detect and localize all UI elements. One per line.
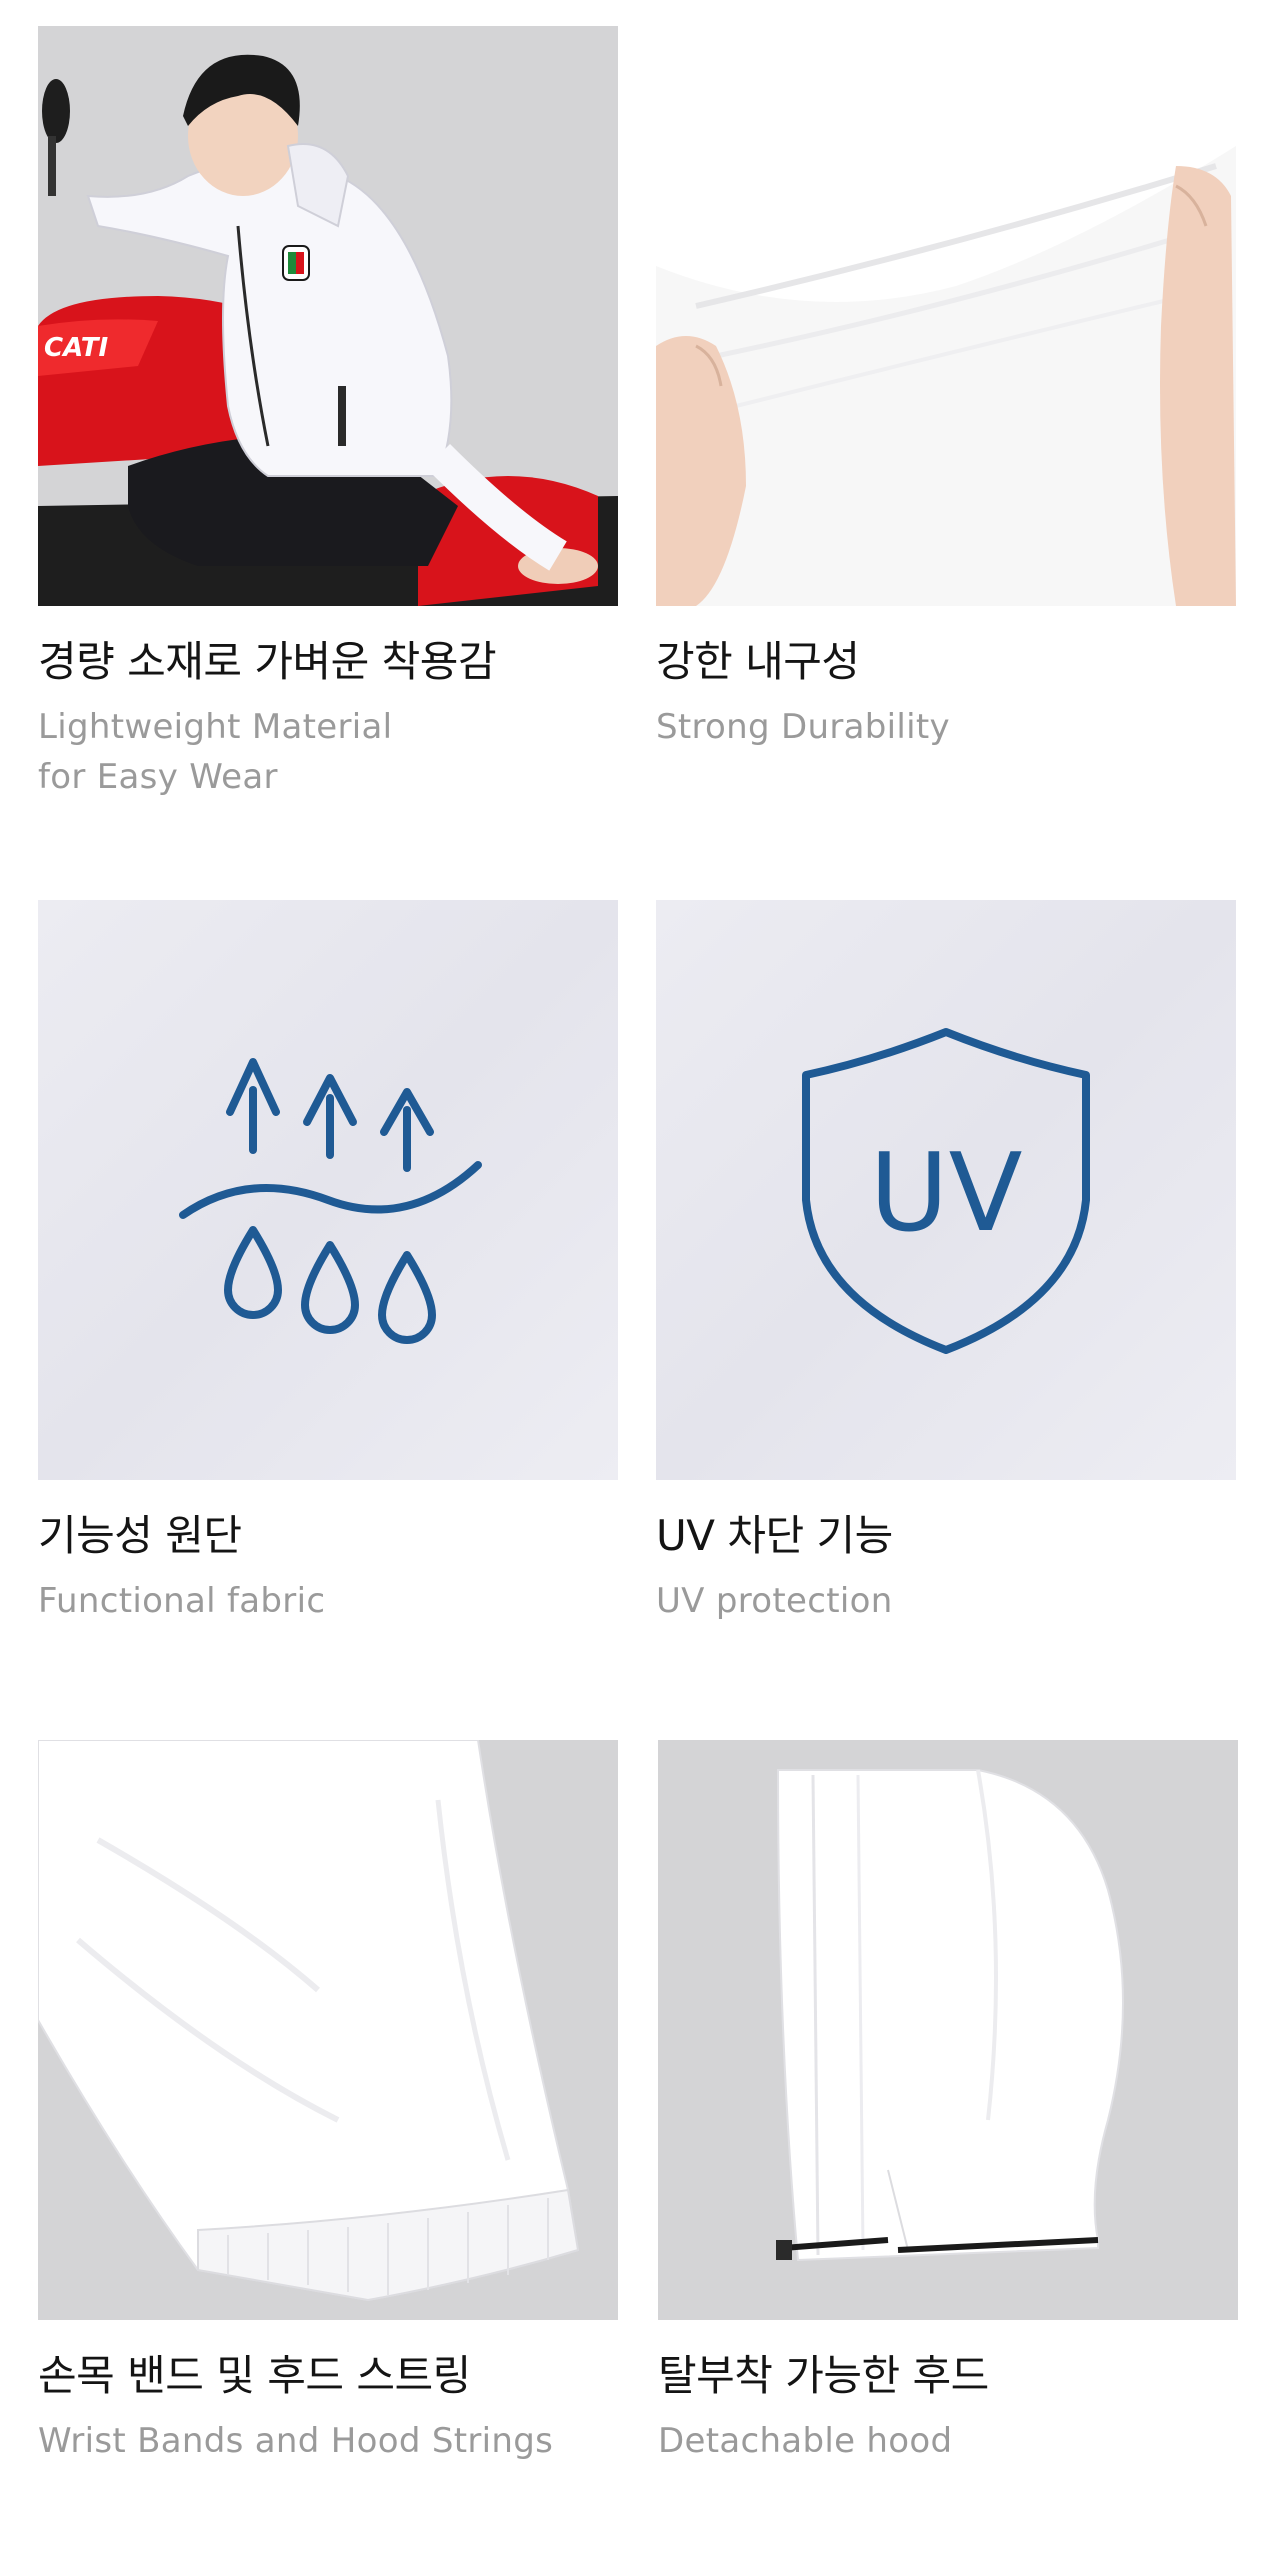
fabric-background [38,900,618,1480]
feature-title: 강한 내구성 [656,637,860,686]
feature-title: 탈부착 가능한 후드 [658,2351,989,2400]
breathable-fabric-icon [179,1058,482,1344]
feature-card-uv-protection: UV UV 차단 기능 UV protection [656,900,1236,1626]
feature-card-functional-fabric: 기능성 원단 Functional fabric [38,900,618,1626]
detachable-hood-photo [658,1740,1238,2320]
feature-title: 손목 밴드 및 후드 스트링 [38,2351,471,2400]
feature-card-detachable-hood: 탈부착 가능한 후드 Detachable hood [658,1740,1238,2466]
svg-text:CATI: CATI [44,333,108,363]
feature-subtitle: Wrist Bands and Hood Strings [38,2421,554,2461]
fabric-stretch-photo [656,26,1236,606]
feature-card-lightweight: CATI 경량 소재로 가벼운 착용감 Lightweight Material… [38,26,618,802]
feature-card-durability: 강한 내구성 Strong Durability [656,26,1236,752]
feature-subtitle: Detachable hood [658,2421,953,2461]
uv-shield-icon: UV [802,1028,1090,1354]
feature-subtitle: Strong Durability [656,707,950,747]
uv-label: UV [870,1131,1023,1256]
rider-on-motorcycle-photo: CATI [38,26,618,606]
feature-title: 기능성 원단 [38,1511,242,1560]
feature-subtitle: Lightweight Material for Easy Wear [38,707,393,797]
feature-title: 경량 소재로 가벼운 착용감 [38,637,497,686]
feature-subtitle: UV protection [656,1581,893,1621]
feature-subtitle: Functional fabric [38,1581,326,1621]
wrist-band-sleeve-photo [38,1740,618,2320]
feature-title: UV 차단 기능 [656,1511,893,1560]
feature-card-wrist-bands: 손목 밴드 및 후드 스트링 Wrist Bands and Hood Stri… [38,1740,618,2466]
fabric-background: UV [656,900,1236,1480]
